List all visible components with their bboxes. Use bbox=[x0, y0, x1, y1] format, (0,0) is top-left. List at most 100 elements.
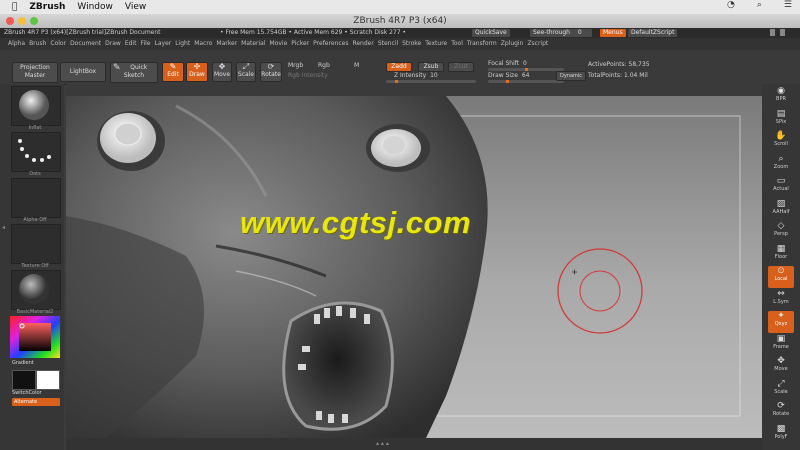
search-icon[interactable]: ⌕ bbox=[757, 0, 762, 10]
right-shelf-zoom-button[interactable]: ⌕ Zoom bbox=[768, 154, 794, 176]
see-through-slider[interactable]: See-through 0 bbox=[530, 29, 592, 37]
left-collapse-icon[interactable]: ◂ bbox=[2, 224, 5, 231]
menu-window[interactable]: Window bbox=[77, 2, 113, 12]
menu-movie[interactable]: Movie bbox=[270, 38, 288, 50]
wifi-icon[interactable]: ◔ bbox=[727, 0, 735, 10]
right-shelf-persp-button[interactable]: ◇ Persp bbox=[768, 221, 794, 243]
draw-button[interactable]: ✢ Draw bbox=[186, 62, 208, 82]
slider-knob[interactable] bbox=[506, 80, 510, 83]
menu-document[interactable]: Document bbox=[70, 38, 101, 50]
zcut-button[interactable]: Zcut bbox=[448, 62, 474, 72]
z-intensity-slider[interactable]: Z Intensity 10 bbox=[394, 72, 438, 79]
menu-zplugin[interactable]: Zplugin bbox=[501, 38, 524, 50]
right-shelf-aahalf-button[interactable]: ▨ AAHalf bbox=[768, 199, 794, 221]
stroke-thumbnail[interactable] bbox=[11, 132, 61, 172]
quicksave-button[interactable]: QuickSave bbox=[472, 29, 510, 37]
brush-thumbnail[interactable] bbox=[11, 86, 61, 126]
menu-light[interactable]: Light bbox=[175, 38, 190, 50]
focal-shift-slider[interactable]: Focal Shift 0 bbox=[488, 60, 527, 67]
menu-zscript[interactable]: Zscript bbox=[527, 38, 548, 50]
right-shelf-l-sym-button[interactable]: ⇔ L.Sym bbox=[768, 289, 794, 311]
slider-knob[interactable] bbox=[394, 80, 398, 83]
main-color-swatch[interactable] bbox=[12, 370, 36, 390]
menu-render[interactable]: Render bbox=[352, 38, 373, 50]
right-shelf-rotate-button[interactable]: ⟳ Rotate bbox=[768, 401, 794, 423]
right-shelf-qxyz-button[interactable]: ✦ Qxyz bbox=[768, 311, 794, 333]
menu-edit[interactable]: Edit bbox=[125, 38, 137, 50]
bottom-collapse-icon[interactable]: ▴ ▴ ▴ bbox=[376, 440, 389, 447]
right-shelf-label: Qxyz bbox=[774, 321, 788, 327]
color-picker[interactable] bbox=[10, 316, 60, 358]
menu-texture[interactable]: Texture bbox=[425, 38, 447, 50]
menu-preferences[interactable]: Preferences bbox=[313, 38, 348, 50]
quick-sketch-button[interactable]: ✎ Quick Sketch bbox=[110, 62, 158, 83]
right-shelf-floor-button[interactable]: ▦ Floor bbox=[768, 244, 794, 266]
menu-stencil[interactable]: Stencil bbox=[378, 38, 398, 50]
zadd-button[interactable]: Zadd bbox=[386, 62, 412, 72]
texture-thumbnail[interactable] bbox=[11, 224, 61, 264]
list-icon[interactable]: ☰ bbox=[784, 0, 792, 10]
mrgb-button[interactable]: Mrgb bbox=[288, 62, 303, 69]
apple-icon[interactable]:  bbox=[12, 2, 17, 12]
material-thumbnail[interactable] bbox=[11, 270, 61, 310]
menu-view[interactable]: View bbox=[125, 2, 146, 12]
menu-stroke[interactable]: Stroke bbox=[402, 38, 421, 50]
alpha-thumbnail[interactable] bbox=[11, 178, 61, 218]
app-menu[interactable]: ZBrush bbox=[29, 2, 65, 12]
move-icon: ✥ bbox=[777, 356, 785, 366]
menu-macro[interactable]: Macro bbox=[194, 38, 212, 50]
zsub-button[interactable]: Zsub bbox=[418, 62, 444, 72]
menu-marker[interactable]: Marker bbox=[216, 38, 237, 50]
switch-color-button[interactable]: SwitchColor bbox=[12, 390, 60, 396]
m-button[interactable]: M bbox=[354, 62, 359, 69]
projection-master-button[interactable]: Projection Master bbox=[12, 62, 58, 83]
viewport-canvas[interactable] bbox=[66, 96, 762, 438]
right-shelf-frame-button[interactable]: ▣ Frame bbox=[768, 334, 794, 356]
z-intensity-track[interactable] bbox=[386, 80, 476, 83]
right-shelf-scale-button[interactable]: ⤢ Scale bbox=[768, 379, 794, 401]
window-title-bar: ZBrush 4R7 P3 (x64) bbox=[0, 14, 800, 28]
minimize-icon[interactable] bbox=[18, 17, 26, 25]
menu-brush[interactable]: Brush bbox=[29, 38, 46, 50]
close-icon[interactable] bbox=[6, 17, 14, 25]
right-shelf-actual-button[interactable]: ▭ Actual bbox=[768, 176, 794, 198]
right-shelf-scroll-button[interactable]: ✋ Scroll bbox=[768, 131, 794, 153]
default-zscript-button[interactable]: DefaultZScript bbox=[628, 29, 678, 37]
menu-alpha[interactable]: Alpha bbox=[8, 38, 25, 50]
gradient-label[interactable]: Gradient bbox=[12, 360, 60, 366]
right-shelf-spix-button[interactable]: ▤ SPix bbox=[768, 109, 794, 131]
menus-button[interactable]: Menus bbox=[600, 29, 626, 37]
menu-tool[interactable]: Tool bbox=[451, 38, 463, 50]
frame-icon: ▣ bbox=[776, 333, 786, 344]
secondary-color-swatch[interactable] bbox=[36, 370, 60, 390]
scale-button[interactable]: ⤢ Scale bbox=[236, 62, 256, 82]
slider-knob[interactable] bbox=[524, 68, 528, 71]
dynamic-button[interactable]: Dynamic bbox=[556, 71, 586, 81]
focal-shift-track[interactable] bbox=[488, 68, 564, 71]
move-button[interactable]: ✥ Move bbox=[212, 62, 232, 82]
edit-button[interactable]: ✎ Edit bbox=[162, 62, 184, 82]
menu-file[interactable]: File bbox=[140, 38, 150, 50]
corner-icon[interactable] bbox=[770, 29, 775, 36]
menu-transform[interactable]: Transform bbox=[467, 38, 497, 50]
menu-picker[interactable]: Picker bbox=[291, 38, 309, 50]
menu-color[interactable]: Color bbox=[50, 38, 66, 50]
rgb-intensity-slider[interactable]: Rgb Intensity bbox=[288, 72, 328, 79]
alternate-button[interactable]: Alternate bbox=[12, 398, 60, 406]
menu-draw[interactable]: Draw bbox=[105, 38, 121, 50]
right-shelf-local-button[interactable]: ⊙ Local bbox=[768, 266, 794, 288]
right-shelf-move-button[interactable]: ✥ Move bbox=[768, 356, 794, 378]
rgb-button[interactable]: Rgb bbox=[318, 62, 330, 69]
draw-size-track[interactable] bbox=[488, 80, 564, 83]
corner-icon-2[interactable] bbox=[780, 29, 785, 36]
lightbox-button[interactable]: LightBox bbox=[60, 62, 106, 82]
right-shelf-bpr-button[interactable]: ◉ BPR bbox=[768, 86, 794, 108]
menu-layer[interactable]: Layer bbox=[155, 38, 172, 50]
rotate-button[interactable]: ⟳ Rotate bbox=[260, 62, 282, 82]
draw-size-slider[interactable]: Draw Size 64 bbox=[488, 72, 529, 79]
zoom-window-icon[interactable] bbox=[30, 17, 38, 25]
right-shelf-polyf-button[interactable]: ▩ PolyF bbox=[768, 424, 794, 446]
brush-cursor-outer bbox=[557, 248, 643, 334]
xyz-icon: ✦ bbox=[777, 311, 785, 321]
menu-material[interactable]: Material bbox=[241, 38, 265, 50]
